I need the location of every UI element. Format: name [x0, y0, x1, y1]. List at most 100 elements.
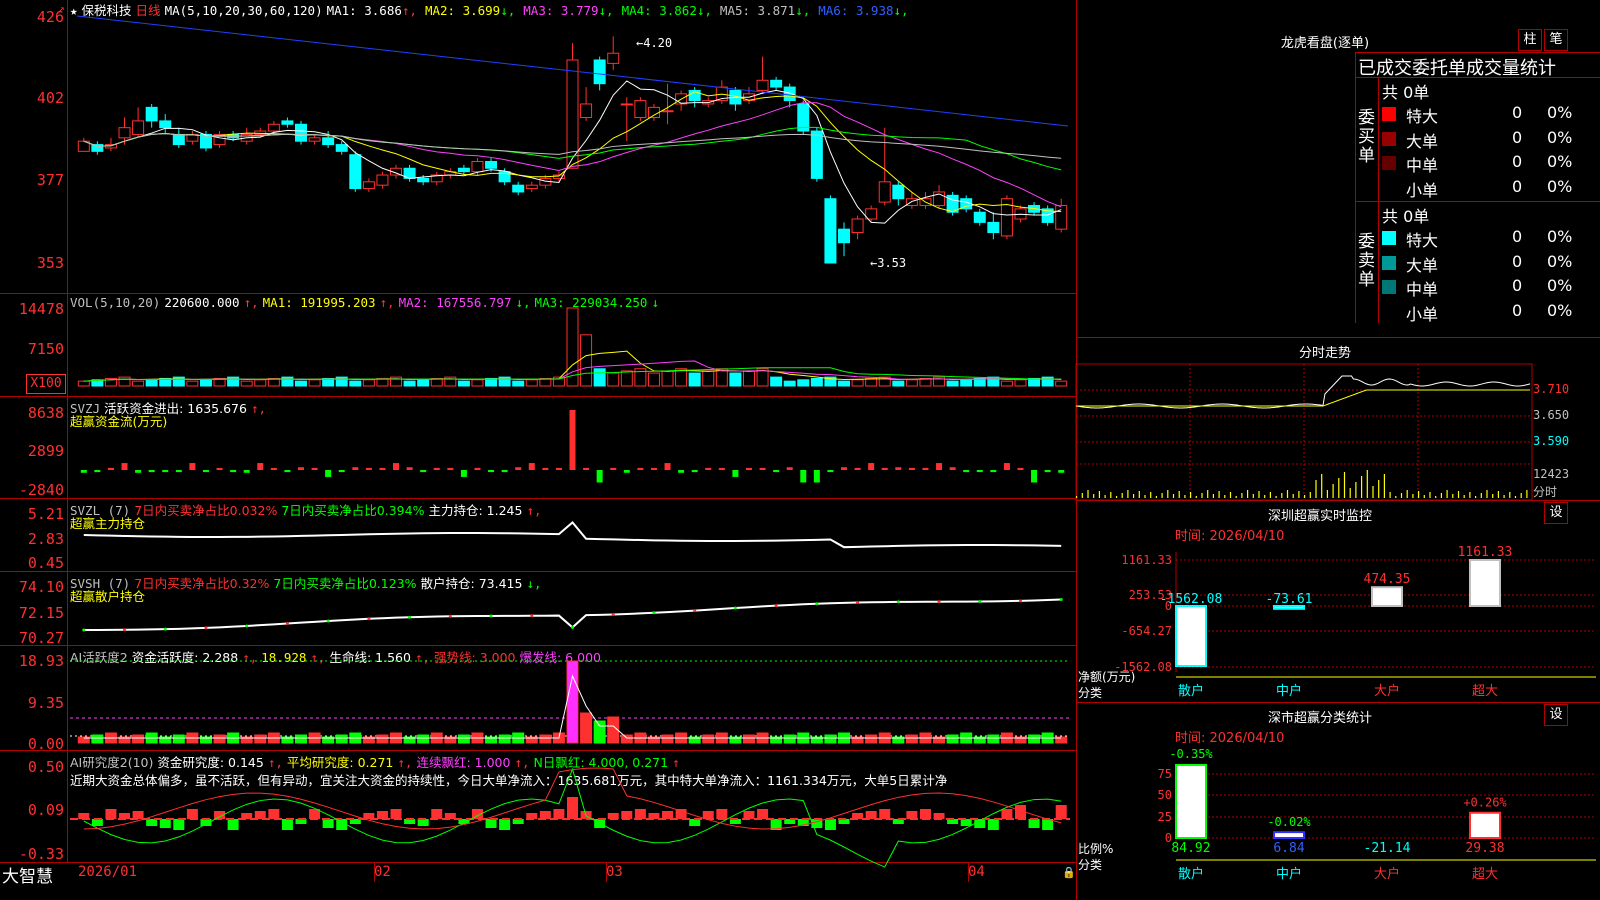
buy-total: 共 0单 [1382, 83, 1430, 102]
activity-bar [213, 734, 226, 744]
bar-mode-button[interactable]: 柱 [1518, 29, 1542, 51]
intraday-vol-bar [1093, 494, 1095, 498]
intraday-vol-bar [1292, 494, 1294, 498]
vol-unit-label: 分时 [1533, 485, 1558, 499]
research-bar [824, 819, 836, 830]
axis-label: 分类 [1078, 686, 1103, 700]
flow-bar [569, 410, 576, 470]
activity-bar [172, 734, 185, 744]
volume-bar [349, 380, 362, 387]
position-dot [856, 601, 860, 605]
position-dot [774, 604, 778, 608]
flow-bar [922, 467, 929, 470]
volume-bar [702, 370, 715, 387]
position-dot [367, 617, 371, 621]
intraday-vol-bar [1127, 490, 1129, 498]
candle [824, 198, 837, 264]
candle [322, 137, 335, 146]
flow-bar [678, 470, 685, 473]
intraday-vol-bar [1218, 491, 1220, 498]
category-label: 中户 [1276, 683, 1302, 699]
candle [512, 184, 525, 193]
intraday-vol-bar [1304, 495, 1306, 498]
research-bar [499, 819, 511, 830]
candle [770, 79, 783, 88]
activity-bar [987, 734, 1000, 744]
position-dot [571, 625, 574, 629]
flow-bar [189, 463, 196, 470]
research-bar [702, 811, 714, 819]
volume-bar [810, 377, 823, 387]
activity-bar [417, 734, 430, 744]
position-dot [611, 612, 615, 616]
intraday-vol-bar [1435, 496, 1437, 498]
research-bar [227, 819, 239, 830]
longhu-row: 中单 0 0% [1382, 152, 1600, 175]
intraday-vol-bar [1087, 490, 1089, 498]
longhu-row: 大单 0 0% [1382, 251, 1600, 275]
intraday-vol-bar [1155, 496, 1157, 498]
activity-bar [824, 734, 837, 744]
intraday-vol-bar [1309, 492, 1311, 498]
delta-label: -0.35% [1169, 747, 1213, 761]
flow-bar [881, 467, 888, 470]
intraday-chart[interactable] [1075, 360, 1600, 501]
volume-bar [838, 380, 851, 387]
activity-bar [294, 734, 307, 744]
position-dot [123, 628, 127, 632]
intraday-vol-bar [1497, 491, 1499, 498]
flow-bar [813, 470, 820, 483]
intraday-vol-bar [1167, 490, 1169, 498]
lock-icon[interactable]: 🔒 [1062, 866, 1076, 879]
flow-bar [583, 467, 590, 470]
y-tick: 3.710 [1533, 382, 1570, 396]
volume-bar [1014, 379, 1027, 387]
flow-bar [718, 467, 725, 470]
intraday-vol-bar [1361, 476, 1363, 498]
research-bar [268, 809, 280, 819]
intraday-vol-bar [1492, 494, 1494, 498]
intraday-vol-bar [1201, 493, 1203, 498]
net-bar [1371, 586, 1403, 608]
flow-bar [1003, 463, 1010, 470]
retail-position-chart [82, 598, 1063, 632]
activity-bar [335, 734, 348, 744]
candlestick-chart[interactable] [0, 0, 1076, 293]
category-label: 散户 [1178, 866, 1204, 882]
activity-bar [376, 734, 389, 744]
flow-bar [135, 470, 142, 473]
row-name: 中单 [1406, 280, 1439, 299]
research-bar [743, 811, 755, 819]
category-label: 超大 [1472, 684, 1498, 699]
row-count: 0 [1512, 103, 1523, 122]
activity-bar [580, 712, 593, 744]
position-dot [530, 614, 534, 618]
intraday-vol-bar [1418, 491, 1420, 498]
activity-bar [539, 734, 552, 744]
flow-bar [637, 467, 644, 470]
research-bar [716, 809, 728, 819]
net-bar [1469, 559, 1501, 607]
row-name: 小单 [1406, 180, 1439, 200]
position-dot [204, 626, 208, 630]
intraday-vol-bar [1178, 491, 1180, 498]
flow-bar [297, 467, 304, 470]
row-count: 0 [1512, 152, 1523, 171]
bar-value-label: 1161.33 [1458, 545, 1513, 560]
flow-bar [515, 467, 522, 470]
volume-bar [892, 380, 905, 387]
candle [987, 221, 1000, 234]
intraday-vol-bar [1440, 493, 1442, 498]
tick-mode-button[interactable]: 笔 [1544, 29, 1568, 51]
category-label: 散户 [1178, 683, 1204, 699]
research-bar [254, 811, 266, 819]
flow-bar [175, 470, 182, 473]
net-amount-bar-chart: 1161.33253.530-654.27-1562.08-1562.08散户-… [1114, 545, 1596, 699]
longhu-table: 已成交委托单成交量统计 委买单 委卖单 共 0单 共 0单 特大 0 0% 大单 0 0%… [1355, 52, 1600, 324]
row-pct: 0% [1547, 251, 1573, 271]
bar-value-label: 84.92 [1171, 841, 1210, 856]
research-bar [376, 811, 388, 819]
volume-bar [362, 379, 375, 387]
research-bar [431, 809, 443, 819]
flow-bar [338, 470, 345, 473]
